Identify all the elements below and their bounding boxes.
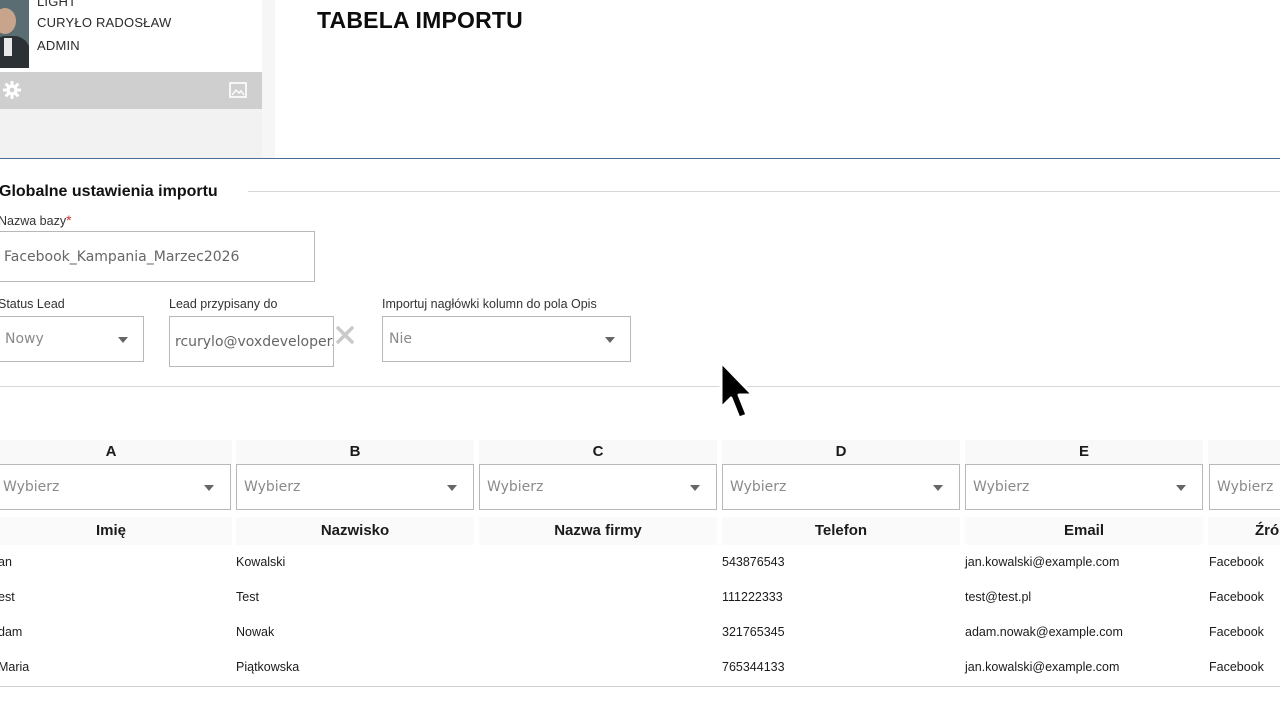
cell-last-name: Piątkowska (236, 660, 300, 674)
select-placeholder: Wybierz (244, 479, 301, 495)
column-map-select-e[interactable]: Wybierz (965, 464, 1203, 510)
settings-divider (0, 386, 1280, 387)
cell-phone: 765344133 (722, 660, 785, 674)
page-title: TABELA IMPORTU (317, 7, 523, 33)
cell-source: Facebook (1209, 660, 1264, 674)
column-letter-a: A (0, 440, 232, 464)
select-placeholder: Wybierz (973, 479, 1030, 495)
cell-source: Facebook (1209, 555, 1264, 569)
user-plan: LIGHT (37, 0, 77, 9)
user-card-toolbar (0, 72, 262, 109)
cell-email: jan.kowalski@example.com (965, 660, 1120, 674)
column-map-select-f[interactable]: Wybierz (1209, 464, 1280, 510)
chevron-down-icon (690, 485, 700, 491)
assigned-label: Lead przypisany do (169, 297, 278, 311)
cell-email: adam.nowak@example.com (965, 625, 1123, 639)
column-letter-f (1208, 440, 1280, 464)
chevron-down-icon (1176, 485, 1186, 491)
cell-first-name: dam (0, 625, 23, 639)
chevron-down-icon (447, 485, 457, 491)
cursor-icon (719, 360, 755, 420)
status-select[interactable]: Nowy (0, 316, 144, 362)
cell-first-name: Maria (0, 660, 30, 674)
cell-last-name: Kowalski (236, 555, 286, 569)
cell-phone: 543876543 (722, 555, 785, 569)
cell-first-name: an (0, 555, 12, 569)
column-header-d: Telefon (722, 517, 960, 545)
status-label: Status Lead (0, 297, 65, 311)
image-icon[interactable] (229, 81, 247, 99)
import-headers-value: Nie (389, 331, 412, 347)
gear-icon[interactable] (2, 80, 22, 100)
select-placeholder: Wybierz (730, 479, 787, 495)
select-placeholder: Wybierz (487, 479, 544, 495)
user-card-body: LIGHT CURYŁO RADOSŁAW ADMIN (0, 0, 262, 72)
column-letter-c: C (479, 440, 717, 464)
status-value: Nowy (5, 331, 44, 347)
column-letter-d: D (722, 440, 960, 464)
column-map-select-a[interactable]: Wybierz (0, 464, 231, 510)
assigned-input[interactable]: rcurylo@voxdeveloper.c (169, 316, 334, 367)
user-name: CURYŁO RADOSŁAW (37, 15, 172, 30)
column-header-b: Nazwisko (236, 517, 474, 545)
column-letter-b: B (236, 440, 474, 464)
chevron-down-icon (204, 485, 214, 491)
import-headers-label: Importuj nagłówki kolumn do pola Opis (382, 297, 597, 311)
db-name-input[interactable]: Facebook_Kampania_Marzec2026 (0, 231, 315, 282)
column-map-select-b[interactable]: Wybierz (236, 464, 474, 510)
chevron-down-icon (605, 337, 615, 343)
import-headers-select[interactable]: Nie (382, 316, 631, 362)
column-header-a: Imię (0, 517, 232, 545)
section-title: Globalne ustawienia importu (0, 183, 218, 200)
user-role: ADMIN (37, 38, 80, 53)
cell-source: Facebook (1209, 625, 1264, 639)
column-header-c: Nazwa firmy (479, 517, 717, 545)
required-mark: * (66, 212, 72, 228)
column-header-f: Źró (1208, 517, 1280, 545)
cell-last-name: Test (236, 590, 259, 604)
chevron-down-icon (118, 337, 128, 343)
cell-email: test@test.pl (965, 590, 1032, 604)
column-header-e: Email (965, 517, 1203, 545)
cell-phone: 321765345 (722, 625, 785, 639)
cell-phone: 111222333 (722, 590, 783, 604)
cell-email: jan.kowalski@example.com (965, 555, 1120, 569)
avatar[interactable] (0, 0, 29, 68)
db-name-label: Nazwa bazy* (0, 212, 72, 228)
cell-source: Facebook (1209, 590, 1264, 604)
select-placeholder: Wybierz (1217, 479, 1274, 495)
cell-last-name: Nowak (236, 625, 275, 639)
chevron-down-icon (933, 485, 943, 491)
header-divider (0, 158, 1280, 159)
close-icon[interactable] (334, 324, 356, 346)
cell-first-name: est (0, 590, 15, 604)
table-bottom-divider (0, 686, 1280, 687)
section-divider (248, 191, 1280, 192)
sidebar-shadow (262, 0, 275, 158)
user-card: LIGHT CURYŁO RADOSŁAW ADMIN (0, 0, 262, 158)
column-map-select-c[interactable]: Wybierz (479, 464, 717, 510)
column-map-select-d[interactable]: Wybierz (722, 464, 960, 510)
column-letter-e: E (965, 440, 1203, 464)
select-placeholder: Wybierz (3, 479, 60, 495)
